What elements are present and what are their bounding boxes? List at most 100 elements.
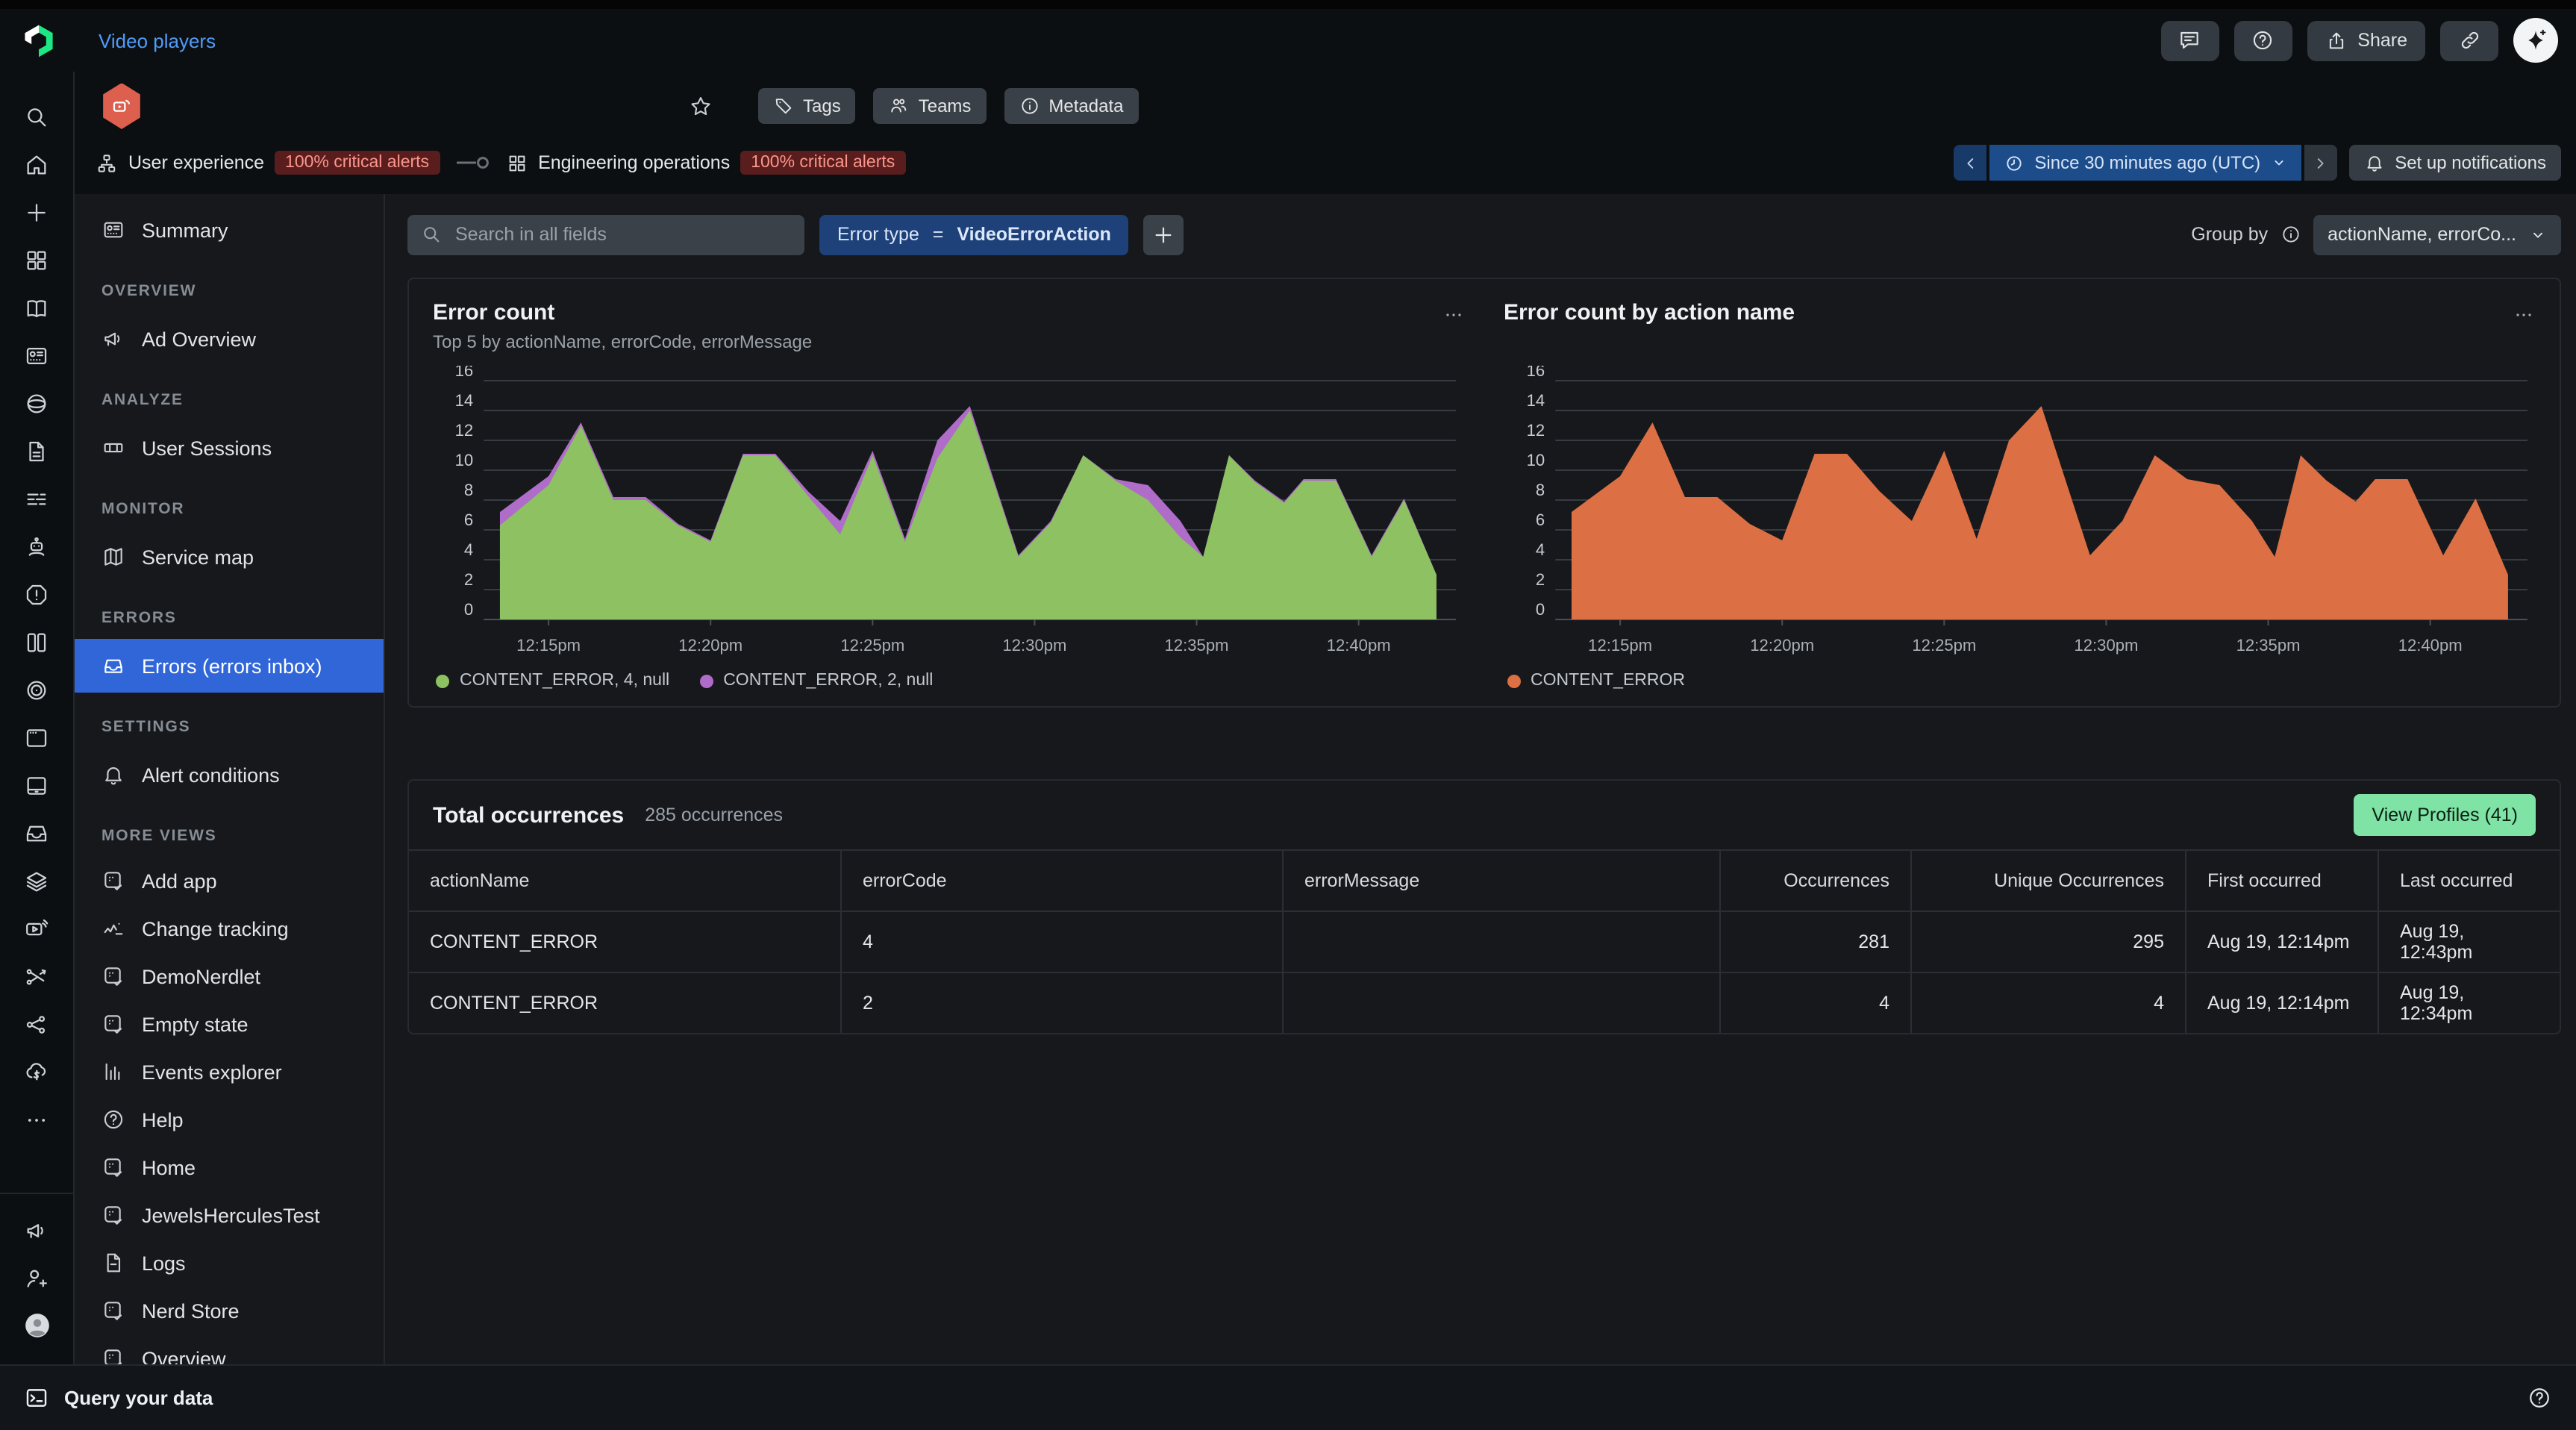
table-cell[interactable]: Aug 19, 12:34pm [2379, 972, 2560, 1033]
rail-summary-button[interactable] [13, 331, 60, 379]
rail-workflows-button[interactable] [13, 952, 60, 1000]
sidebar-item-jewelsherculestest[interactable]: JewelsHerculesTest [75, 1191, 384, 1239]
comment-icon [2178, 28, 2201, 52]
metadata-button[interactable]: Metadata [1004, 88, 1138, 124]
time-back-button[interactable] [1954, 145, 1986, 181]
rail-service-map-button[interactable] [13, 1000, 60, 1048]
favorite-star-button[interactable] [688, 93, 713, 119]
sidebar-item-demonerdlet[interactable]: DemoNerdlet [75, 952, 384, 1000]
column-header-last-occurred[interactable]: Last occurred [2379, 849, 2560, 911]
rail-more-button[interactable] [13, 1096, 60, 1143]
table-cell[interactable]: 4 [842, 911, 1284, 972]
help-button[interactable] [2233, 20, 2292, 60]
sidebar-item-add-app[interactable]: Add app [75, 857, 384, 905]
sidebar-item-user-sessions[interactable]: User Sessions [75, 421, 384, 475]
rail-cost-button[interactable] [13, 1048, 60, 1096]
rail-home-button[interactable] [13, 140, 60, 188]
legend-item[interactable]: CONTENT_ERROR [1507, 672, 1685, 690]
sidebar-item-help[interactable]: Help [75, 1096, 384, 1143]
legend-item[interactable]: CONTENT_ERROR, 2, null [699, 672, 933, 690]
user-avatar[interactable] [13, 1302, 60, 1349]
sidebar-item-alert-conditions[interactable]: Alert conditions [75, 748, 384, 802]
feedback-button[interactable] [2160, 20, 2219, 60]
table-cell[interactable]: 2 [842, 972, 1284, 1033]
sidebar-item-logs[interactable]: Logs [75, 1239, 384, 1287]
table-cell[interactable]: 295 [1912, 911, 2186, 972]
share-button[interactable]: Share [2307, 20, 2425, 60]
sidebar-item-events-explorer[interactable]: Events explorer [75, 1048, 384, 1096]
table-cell[interactable]: CONTENT_ERROR [409, 911, 842, 972]
column-header-actionname[interactable]: actionName [409, 849, 842, 911]
area-chart-error-count-by-action[interactable]: 024681012141612:15pm12:20pm12:25pm12:30p… [1504, 366, 2536, 658]
svg-text:6: 6 [464, 511, 473, 529]
rail-ai-monitoring-button[interactable] [13, 522, 60, 570]
table-cell[interactable]: Aug 19, 12:43pm [2379, 911, 2560, 972]
workload-user-experience[interactable]: User experience 100% critical alerts [96, 151, 440, 175]
svg-text:10: 10 [455, 451, 474, 469]
legend-item[interactable]: CONTENT_ERROR, 4, null [436, 672, 669, 690]
rail-browser-apps-button[interactable] [13, 379, 60, 427]
setup-notifications-button[interactable]: Set up notifications [2348, 145, 2561, 181]
chart-title: Error count by action name [1504, 300, 1795, 325]
ai-assistant-button[interactable] [2513, 18, 2558, 63]
table-cell[interactable]: CONTENT_ERROR [409, 972, 842, 1033]
sidebar-section-overview: OVERVIEW [75, 270, 384, 312]
rail-browser-button[interactable] [13, 714, 60, 761]
area-chart-error-count[interactable]: 024681012141612:15pm12:20pm12:25pm12:30p… [433, 366, 1465, 658]
table-cell[interactable] [1284, 972, 1721, 1033]
time-picker-button[interactable]: Since 30 minutes ago (UTC) [1989, 145, 2301, 181]
rail-alerts-button[interactable] [13, 570, 60, 618]
rail-dashboards-button[interactable] [13, 236, 60, 284]
query-bar[interactable]: Query your data [0, 1364, 2576, 1430]
rail-logs-button[interactable] [13, 475, 60, 522]
rail-invite-user-button[interactable] [13, 1254, 60, 1302]
sidebar-item-errors-inbox[interactable]: Errors (errors inbox) [75, 639, 384, 693]
column-header-errormessage[interactable]: errorMessage [1284, 849, 1721, 911]
column-header-unique-occurrences[interactable]: Unique Occurrences [1912, 849, 2186, 911]
sidebar-item-service-map[interactable]: Service map [75, 530, 384, 584]
search-input[interactable] [452, 222, 791, 246]
rail-create-button[interactable] [13, 188, 60, 236]
chevron-right-icon [2312, 154, 2328, 171]
table-cell[interactable]: Aug 19, 12:14pm [2186, 972, 2379, 1033]
footer-help-button[interactable] [2527, 1385, 2552, 1411]
table-cell[interactable]: Aug 19, 12:14pm [2186, 911, 2379, 972]
table-cell[interactable]: 281 [1721, 911, 1912, 972]
column-header-first-occurred[interactable]: First occurred [2186, 849, 2379, 911]
rail-reports-button[interactable] [13, 427, 60, 475]
rail-entities-button[interactable] [13, 857, 60, 905]
table-cell[interactable]: 4 [1912, 972, 2186, 1033]
column-header-errorcode[interactable]: errorCode [842, 849, 1284, 911]
column-header-occurrences[interactable]: Occurrences [1721, 849, 1912, 911]
table-cell[interactable]: 4 [1721, 972, 1912, 1033]
teams-button[interactable]: Teams [874, 88, 987, 124]
rail-apm-button[interactable] [13, 666, 60, 714]
rail-mobile-button[interactable] [13, 761, 60, 809]
sidebar-item-ad-overview[interactable]: Ad Overview [75, 312, 384, 366]
sidebar-item-nerd-store[interactable]: Nerd Store [75, 1287, 384, 1334]
workload-engineering-operations[interactable]: Engineering operations 100% critical ale… [505, 151, 905, 175]
sidebar-item-change-tracking[interactable]: Change tracking [75, 905, 384, 952]
filter-chip-error-type[interactable]: Error type = VideoErrorAction [819, 214, 1129, 255]
rail-errors-inbox-button[interactable] [13, 809, 60, 857]
search-field[interactable] [407, 214, 804, 255]
sidebar-item-summary[interactable]: Summary [75, 203, 384, 257]
sidebar-item-empty-state[interactable]: Empty state [75, 1000, 384, 1048]
view-profiles-button[interactable]: View Profiles (41) [2354, 794, 2536, 836]
chart-menu-button[interactable] [1441, 303, 1465, 327]
chart-menu-button[interactable] [2512, 303, 2536, 327]
rail-announcements-button[interactable] [13, 1206, 60, 1254]
add-filter-button[interactable] [1144, 214, 1184, 255]
rail-infrastructure-button[interactable] [13, 618, 60, 666]
sidebar-item-home[interactable]: Home [75, 1143, 384, 1191]
group-by-select[interactable]: actionName, errorCo... [2313, 214, 2561, 255]
tags-button[interactable]: Tags [758, 88, 856, 124]
rail-video-button[interactable] [13, 905, 60, 952]
copy-link-button[interactable] [2440, 20, 2498, 60]
rail-docs-button[interactable] [13, 284, 60, 331]
table-cell[interactable] [1284, 911, 1721, 972]
breadcrumb-title-link[interactable]: Video players [99, 29, 216, 51]
rail-search-button[interactable] [13, 93, 60, 140]
sidebar-item-overview[interactable]: Overview [75, 1334, 384, 1364]
time-forward-button[interactable] [2304, 145, 2336, 181]
